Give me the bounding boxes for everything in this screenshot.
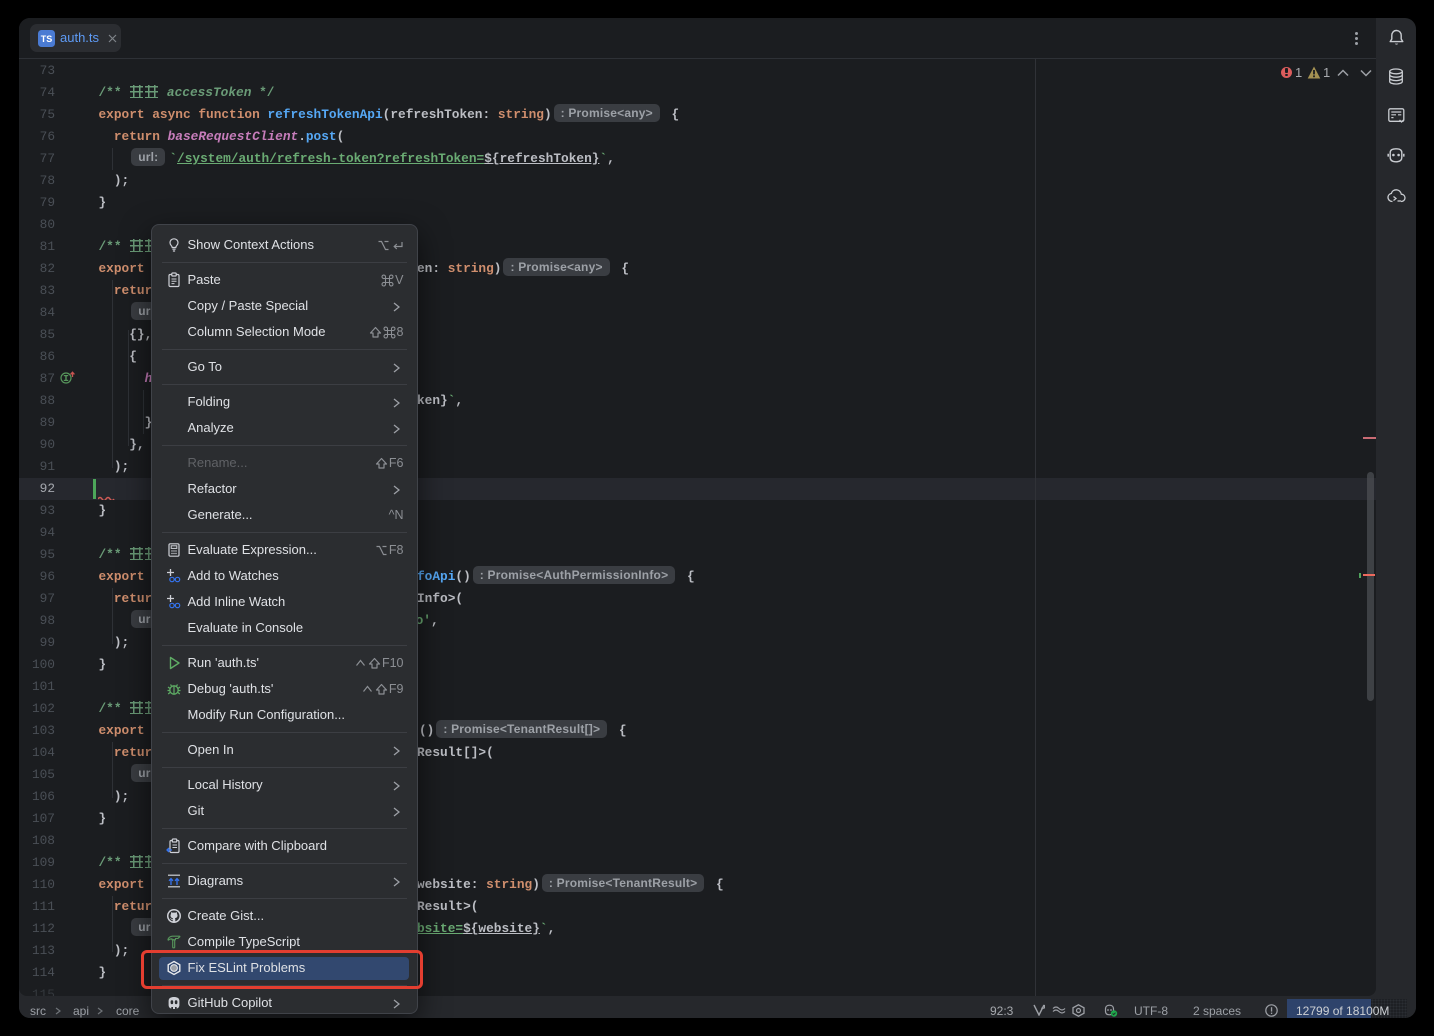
svg-text:TS: TS [41, 34, 53, 44]
